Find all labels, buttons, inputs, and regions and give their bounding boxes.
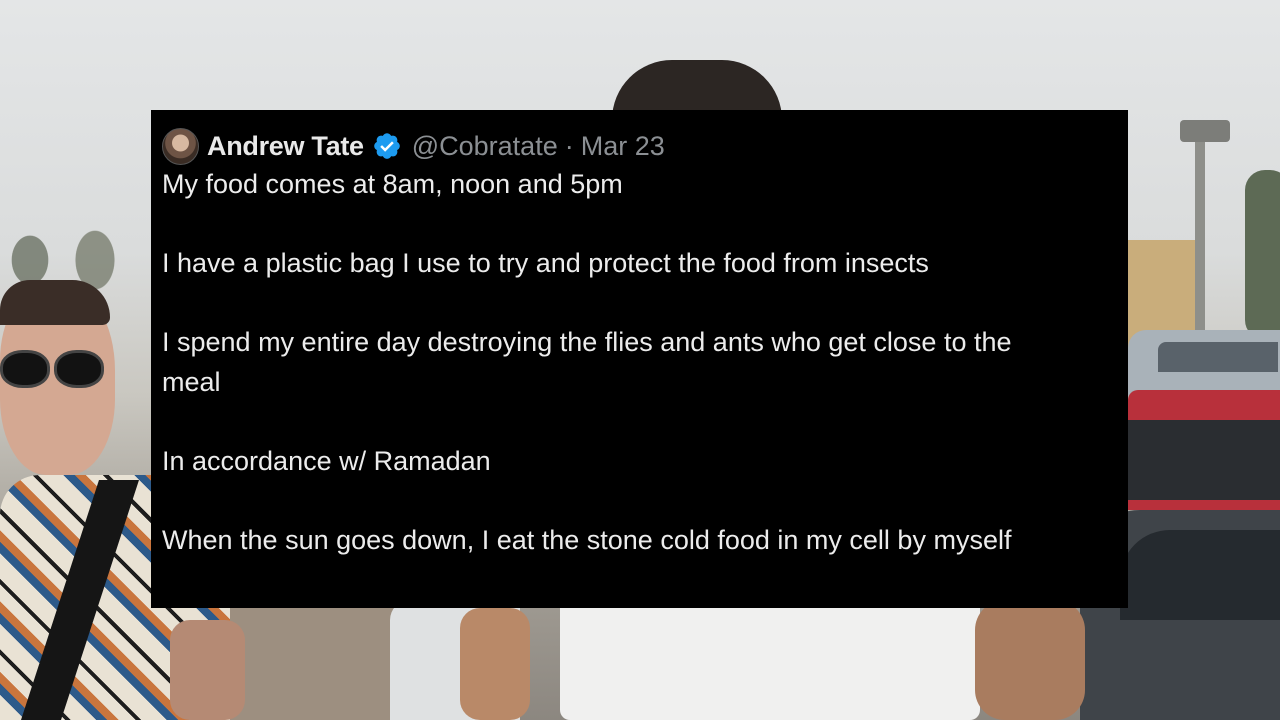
- tweet-paragraph: I spend my entire day destroying the fli…: [162, 327, 1012, 397]
- sunglasses: [0, 350, 110, 390]
- tweet-paragraph: In accordance w/ Ramadan: [162, 445, 491, 476]
- meta-separator: ·: [564, 130, 574, 161]
- tweet-date[interactable]: Mar 23: [581, 131, 665, 162]
- tweet-paragraph: I have a plastic bag I use to try and pr…: [162, 248, 929, 278]
- tweet-paragraph: When the sun goes down, I eat the stone …: [162, 524, 1012, 555]
- person-center-shirt: [560, 600, 980, 720]
- avatar[interactable]: [162, 127, 199, 165]
- author-handle[interactable]: @Cobratate: [412, 131, 558, 162]
- parked-car-red: [1128, 390, 1280, 510]
- person-left-arm: [170, 620, 245, 720]
- verified-badge-icon: [373, 133, 400, 159]
- street-light: [1180, 120, 1230, 142]
- author-name[interactable]: Andrew Tate: [207, 131, 364, 162]
- tweet-body: My food comes at 8am, noon and 5pm I hav…: [162, 165, 1116, 560]
- person-center-arm: [460, 608, 530, 720]
- person-left-hair: [0, 280, 110, 325]
- tweet-paragraph: My food comes at 8am, noon and 5pm: [162, 169, 623, 199]
- tweet-card: Andrew Tate @Cobratate · Mar 23 My food …: [151, 110, 1128, 608]
- person-center-arm: [975, 600, 1085, 720]
- background-tree: [1245, 170, 1280, 340]
- street-light-pole: [1195, 130, 1205, 360]
